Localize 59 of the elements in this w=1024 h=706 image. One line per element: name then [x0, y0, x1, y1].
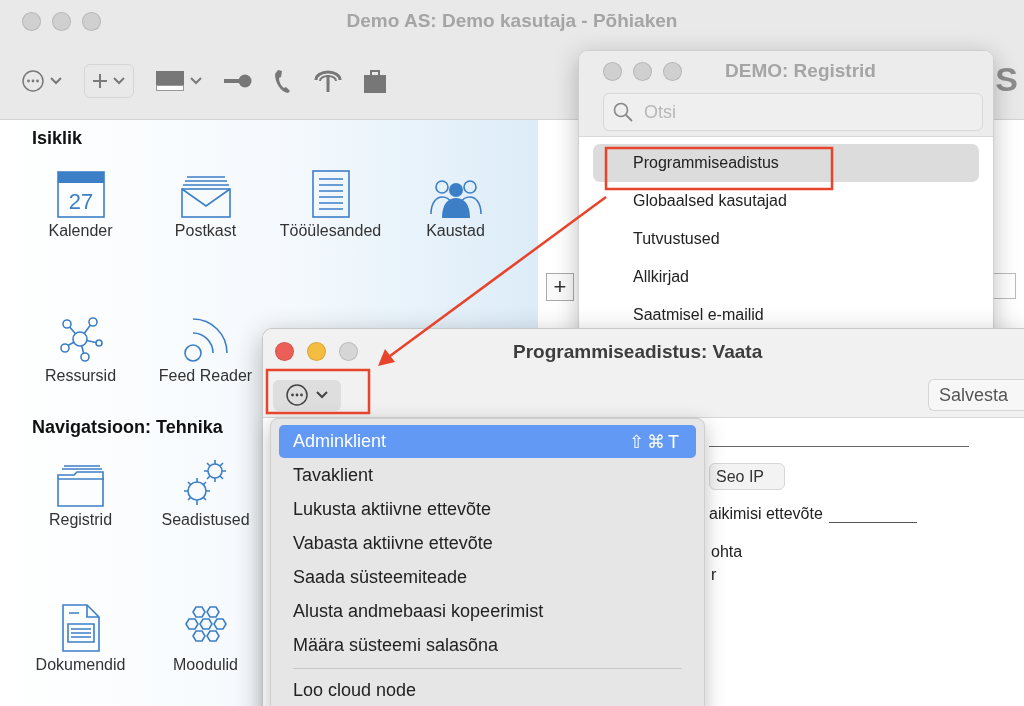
antenna-icon[interactable] — [314, 69, 342, 92]
register-list-item[interactable]: Globaalsed kasutajad — [593, 182, 979, 220]
feed-icon — [182, 317, 229, 363]
list-icon — [311, 170, 350, 218]
window-title: DEMO: Registrid — [725, 60, 876, 82]
save-button[interactable]: Salvesta — [928, 379, 1024, 411]
app-launcher-label[interactable]: Postkast — [174, 222, 237, 240]
section-heading: Isiklik — [32, 128, 83, 150]
register-list-item[interactable]: Programmiseadistus — [593, 144, 979, 182]
app-launcher-label[interactable]: Dokumendid — [35, 656, 126, 674]
plus-icon — [93, 73, 107, 88]
chevron-down-icon — [316, 391, 328, 399]
app-launcher-label[interactable]: Moodulid — [173, 656, 238, 674]
key-icon[interactable] — [224, 73, 252, 88]
document-icon — [61, 604, 100, 652]
menu-item[interactable]: Loo cloud node — [279, 674, 696, 706]
text-fragment: ohta — [711, 543, 744, 561]
actions-menu-button[interactable] — [273, 379, 341, 411]
phone-icon[interactable] — [274, 68, 292, 93]
app-launcher-label[interactable]: Seadistused — [161, 511, 250, 529]
gears-icon — [182, 459, 229, 507]
app-launcher-label[interactable]: Kaustad — [426, 222, 485, 240]
text-fragment: r — [711, 566, 718, 584]
chevron-down-icon — [113, 76, 125, 85]
field-label: aikimisi ettevõte — [709, 505, 823, 523]
search-icon — [613, 102, 633, 122]
menu-item[interactable]: Tavaklient — [279, 459, 696, 492]
people-icon — [429, 178, 482, 218]
app-launcher-label[interactable]: Kalender — [48, 222, 113, 240]
window-title: Demo AS: Demo kasutaja - Põhiaken — [346, 10, 678, 32]
register-list-item[interactable]: Tutvustused — [593, 220, 979, 258]
more-icon — [22, 69, 44, 92]
add-menu-button[interactable] — [84, 63, 134, 98]
register-list-item[interactable]: Allkirjad — [593, 258, 979, 296]
menu-item[interactable]: Vabasta aktiivne ettevõte — [279, 527, 696, 560]
more-icon — [286, 384, 308, 406]
app-launcher-label[interactable]: Registrid — [48, 511, 113, 529]
network-icon — [58, 317, 103, 363]
menu-item[interactable]: Saada süsteemiteade — [279, 561, 696, 594]
app-launcher-label[interactable]: Ressursid — [44, 367, 117, 385]
menu-item[interactable]: Lukusta aktiivne ettevõte — [279, 493, 696, 526]
logo: S — [995, 60, 1018, 99]
menu-item[interactable]: Alusta andmebaasi kopeerimist — [279, 595, 696, 628]
chevron-down-icon — [50, 76, 62, 85]
envelope-icon — [180, 176, 231, 218]
add-button[interactable]: + — [546, 273, 574, 301]
bind-ip-button[interactable]: Seo IP — [709, 463, 785, 490]
minimize-button[interactable] — [307, 341, 326, 361]
app-launcher-label[interactable]: Tööülesanded — [279, 222, 382, 240]
section-heading: Navigatsioon: Tehnika — [32, 417, 223, 439]
close-button[interactable] — [275, 341, 294, 361]
window-title: Programmiseadistus: Vaata — [513, 341, 763, 363]
color-swatch-icon — [156, 70, 184, 91]
calendar-icon: 27 — [56, 171, 105, 218]
chevron-down-icon — [190, 76, 202, 85]
menu-item[interactable]: Määra süsteemi salasõna — [279, 629, 696, 662]
bag-icon[interactable] — [364, 68, 386, 93]
app-launcher-label[interactable]: Feed Reader — [158, 367, 253, 385]
folder-icon — [56, 465, 105, 507]
